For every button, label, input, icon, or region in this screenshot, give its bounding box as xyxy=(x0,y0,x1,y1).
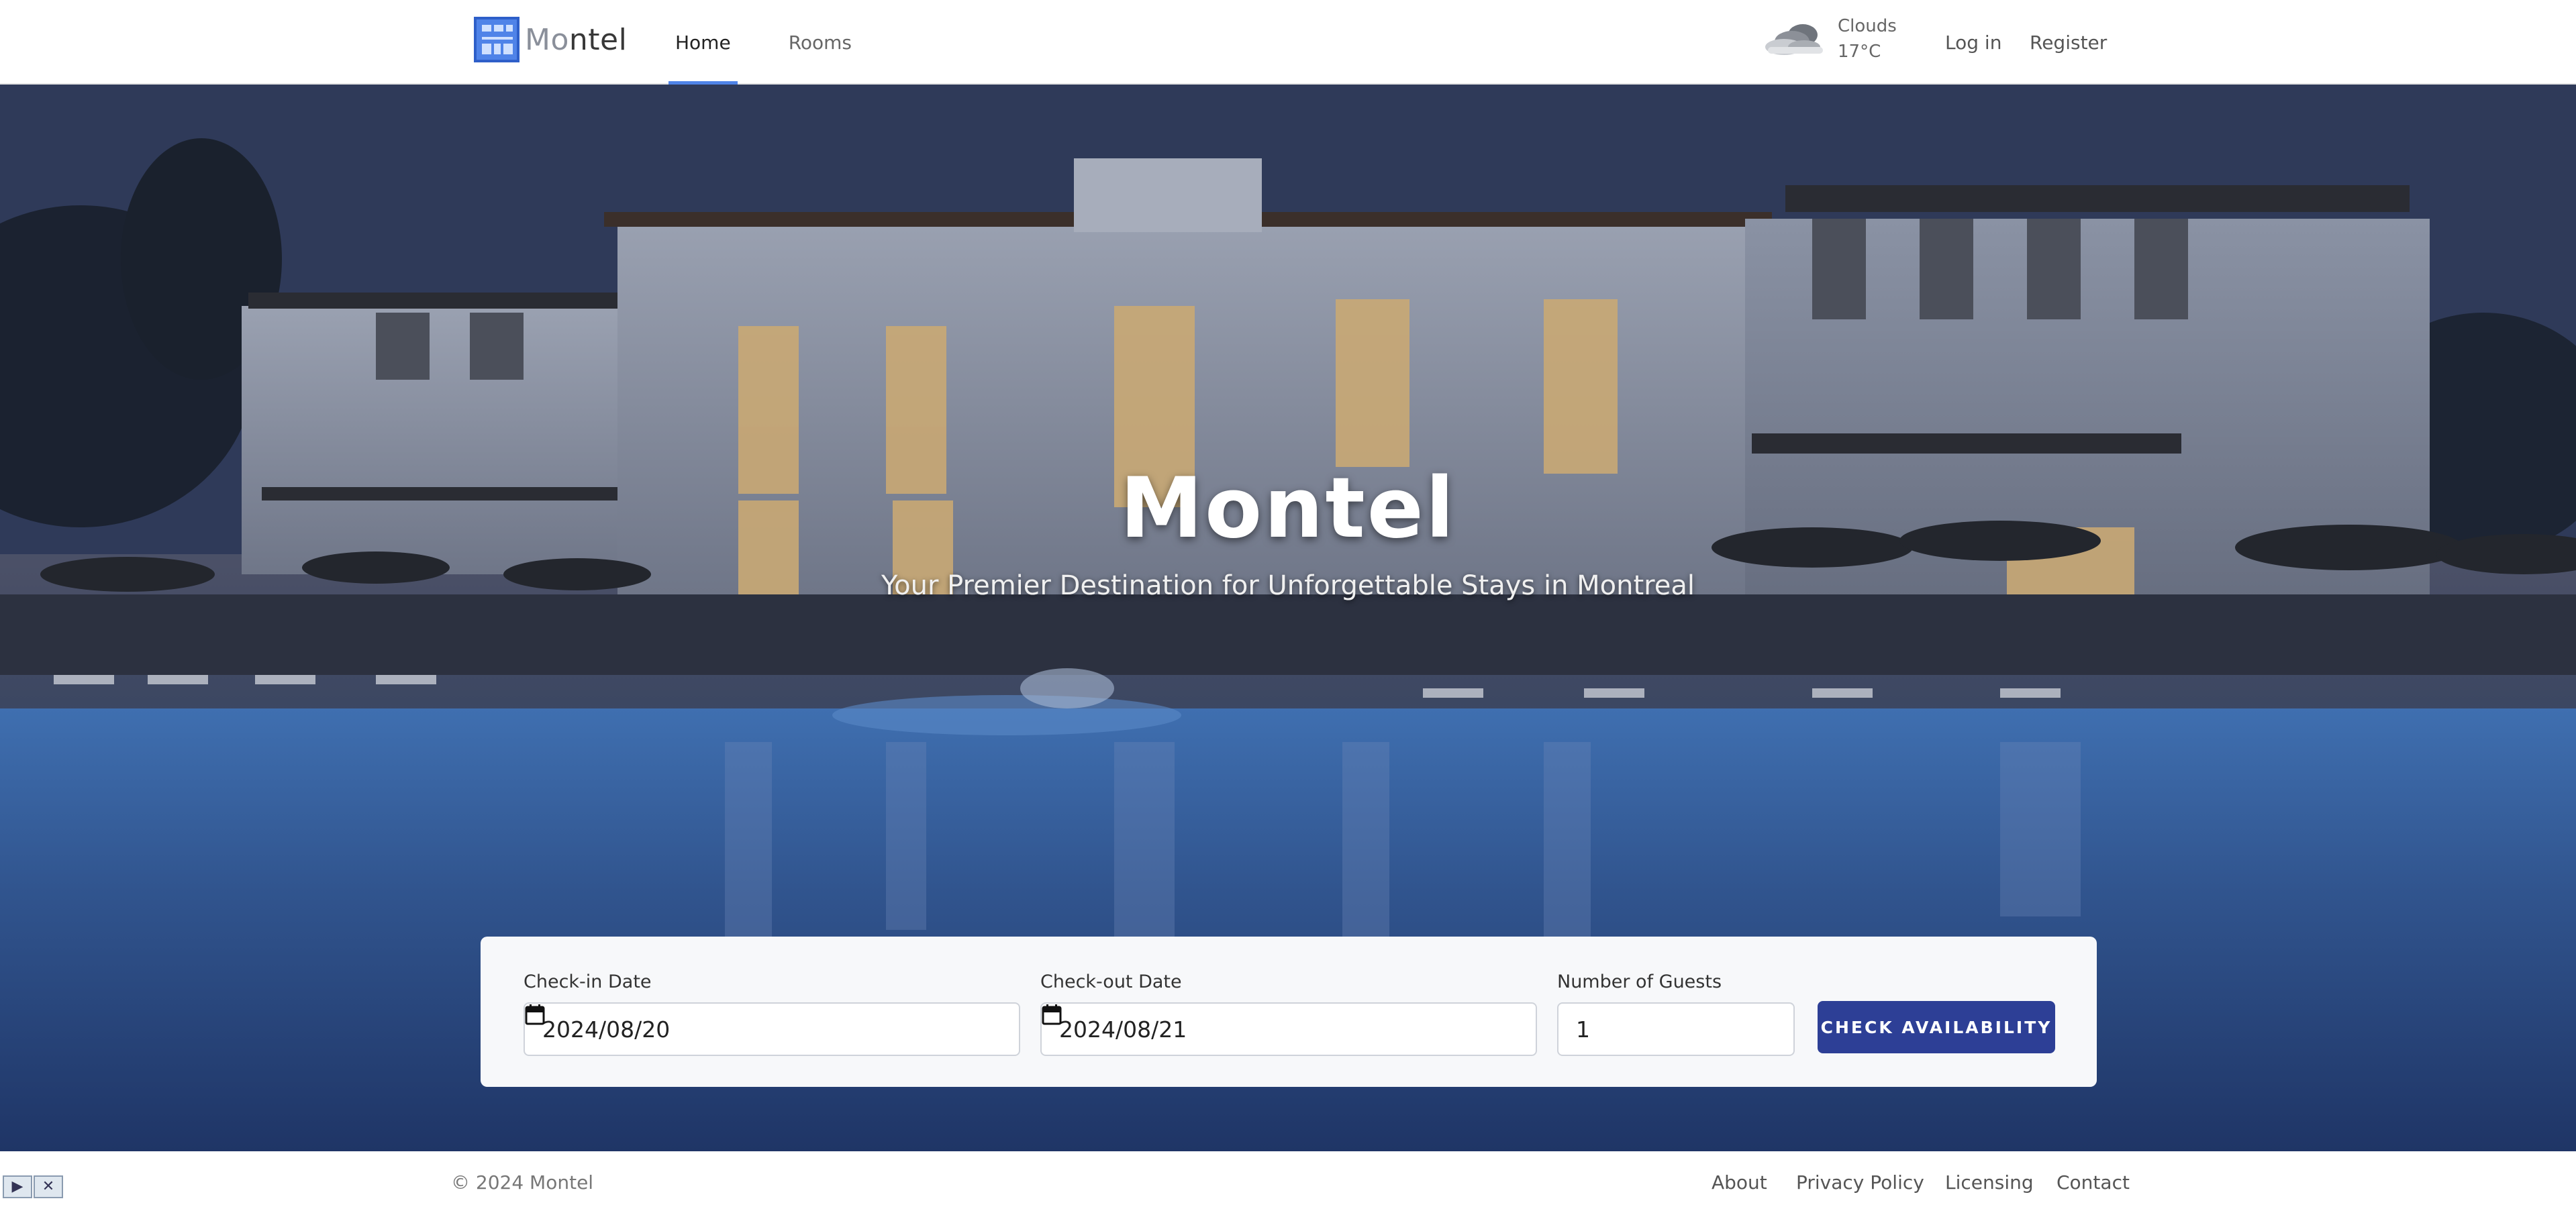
checkout-date-input[interactable]: 2024/08/21 xyxy=(1040,1002,1537,1056)
site-header: Montel Home Rooms Clouds 17°C Log in Reg… xyxy=(0,0,2576,85)
copyright-text: © 2024 Montel xyxy=(451,1171,594,1194)
checkout-label: Check-out Date xyxy=(1040,971,1182,992)
main-nav: Home Rooms xyxy=(668,0,903,85)
footer-link-about[interactable]: About xyxy=(1712,1171,1767,1194)
nav-rooms[interactable]: Rooms xyxy=(782,0,858,85)
nav-home[interactable]: Home xyxy=(668,0,738,85)
logo-text-part-a: Mo xyxy=(525,22,569,57)
guests-input[interactable]: 1 xyxy=(1557,1002,1795,1056)
weather-condition: Clouds xyxy=(1838,16,1897,36)
footer-link-contact[interactable]: Contact xyxy=(2057,1171,2130,1194)
register-link[interactable]: Register xyxy=(2030,0,2107,85)
footer-link-licensing[interactable]: Licensing xyxy=(1945,1171,2034,1194)
cloud-icon xyxy=(1764,12,1827,66)
check-availability-button[interactable]: CHECK AVAILABILITY xyxy=(1818,1001,2055,1053)
weather-widget: Clouds 17°C xyxy=(1764,12,1897,66)
footer-link-privacy-policy[interactable]: Privacy Policy xyxy=(1796,1171,1924,1194)
logo-text-part-b: ntel xyxy=(568,22,628,57)
site-logo[interactable]: Montel xyxy=(474,16,627,63)
checkin-date-input[interactable]: 2024/08/20 xyxy=(524,1002,1020,1056)
checkin-field: Check-in Date 2024/08/20 xyxy=(524,971,1020,1056)
play-icon[interactable]: ▶ xyxy=(3,1175,32,1198)
close-icon[interactable]: ✕ xyxy=(34,1175,63,1198)
weather-temperature: 17°C xyxy=(1838,42,1881,62)
checkout-value: 2024/08/21 xyxy=(1059,1016,1187,1043)
login-link[interactable]: Log in xyxy=(1945,0,2001,85)
hero-title: Montel xyxy=(1120,460,1456,557)
site-footer: ▶ ✕ © 2024 Montel About Privacy Policy L… xyxy=(0,1151,2576,1213)
media-controls: ▶ ✕ xyxy=(3,1175,64,1198)
checkin-value: 2024/08/20 xyxy=(542,1016,671,1043)
logo-icon xyxy=(474,17,519,62)
hero-subtitle: Your Premier Destination for Unforgettab… xyxy=(881,570,1695,601)
guests-label: Number of Guests xyxy=(1557,971,1722,992)
guests-value: 1 xyxy=(1576,1016,1590,1043)
checkin-label: Check-in Date xyxy=(524,971,652,992)
calendar-icon[interactable] xyxy=(525,1004,545,1025)
guests-field: Number of Guests 1 xyxy=(1557,971,1795,1056)
calendar-icon[interactable] xyxy=(1042,1004,1062,1025)
logo-text: Montel xyxy=(525,23,627,57)
checkout-field: Check-out Date 2024/08/21 xyxy=(1040,971,1537,1056)
hero-section: Montel Your Premier Destination for Unfo… xyxy=(0,85,2576,1151)
booking-form: Check-in Date 2024/08/20 Check-out Date … xyxy=(481,937,2097,1087)
weather-text: Clouds 17°C xyxy=(1838,13,1897,64)
